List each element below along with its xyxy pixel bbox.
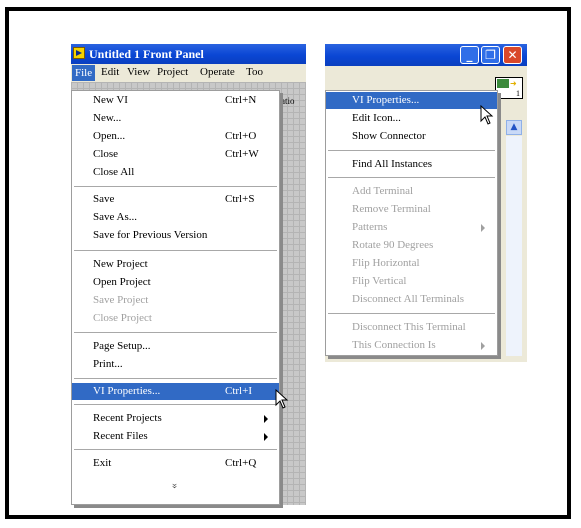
menu-separator (74, 404, 277, 406)
menu-separator (328, 150, 495, 152)
menu-separator (74, 378, 277, 380)
menu-expand-chevron-icon[interactable]: » (169, 483, 181, 489)
menu-item-save-project: Save Project (93, 294, 149, 306)
menu-separator (328, 313, 495, 315)
front-panel-titlebar[interactable]: Untitled 1 Front Panel (71, 44, 306, 64)
ctx-item-find-all-instances[interactable]: Find All Instances (326, 156, 497, 173)
connector-context-menu: VI Properties... Edit Icon... Show Conne… (325, 90, 498, 356)
scrollbar-track[interactable] (506, 136, 522, 356)
ctx-item-disconnect-all: Disconnect All Terminals (352, 293, 465, 305)
menu-item-new-vi[interactable]: New VI Ctrl+N (72, 92, 279, 109)
menu-item-close-all[interactable]: Close All (72, 164, 279, 181)
connector-number: 1 (516, 89, 520, 98)
menu-item-new-project[interactable]: New Project (72, 256, 279, 273)
menu-item-close[interactable]: Close Ctrl+W (72, 146, 279, 163)
menu-separator (74, 250, 277, 252)
menu-item-new[interactable]: New... (72, 110, 279, 127)
window-title: Untitled 1 Front Panel (89, 47, 204, 61)
mouse-pointer-icon (480, 105, 494, 125)
menu-separator (74, 332, 277, 334)
menu-item-vi-properties[interactable]: VI Properties... Ctrl+I (72, 383, 279, 400)
toolbar-partial-text: atio (281, 96, 295, 106)
minimize-button[interactable]: _ (460, 46, 479, 64)
ctx-item-show-connector[interactable]: Show Connector (326, 128, 497, 145)
submenu-arrow-icon (481, 342, 485, 350)
ctx-item-patterns: Patterns (326, 219, 497, 236)
menu-item-save-as[interactable]: Save As... (72, 209, 279, 226)
scroll-up-button[interactable]: ▲ (506, 120, 522, 135)
menu-view[interactable]: View (127, 66, 150, 78)
ctx-item-this-connection-is: This Connection Is (326, 337, 497, 354)
ctx-item-rotate-90: Rotate 90 Degrees (352, 239, 434, 251)
ctx-item-remove-terminal: Remove Terminal (352, 203, 431, 215)
menu-project[interactable]: Project (157, 66, 188, 78)
ctx-item-add-terminal: Add Terminal (352, 185, 414, 197)
menu-item-save[interactable]: Save Ctrl+S (72, 191, 279, 208)
menu-edit[interactable]: Edit (101, 66, 119, 78)
ctx-item-edit-icon[interactable]: Edit Icon... (326, 110, 497, 127)
menubar: File Edit View Project Operate Too (71, 64, 306, 82)
menu-operate[interactable]: Operate (200, 66, 235, 78)
menu-item-recent-projects[interactable]: Recent Projects (72, 410, 279, 427)
menu-separator (74, 449, 277, 451)
file-menu: New VI Ctrl+N New... Open... Ctrl+O Close C… (71, 90, 280, 505)
menu-item-page-setup[interactable]: Page Setup... (72, 338, 279, 355)
mouse-pointer-icon (275, 389, 289, 409)
menu-item-exit[interactable]: Exit Ctrl+Q (72, 455, 279, 472)
labview-app-icon (73, 47, 85, 59)
menu-item-print[interactable]: Print... (72, 356, 279, 373)
connector-arrow-icon: ➜ (510, 79, 517, 88)
menu-file[interactable]: File (72, 65, 96, 81)
close-button[interactable]: ✕ (503, 46, 522, 64)
maximize-button[interactable]: ❐ (481, 46, 500, 64)
ctx-item-flip-horizontal: Flip Horizontal (352, 257, 420, 269)
menu-separator (74, 186, 277, 188)
submenu-arrow-icon (264, 415, 268, 423)
menu-item-open-project[interactable]: Open Project (72, 274, 279, 291)
icon-window-titlebar[interactable]: _ ❐ ✕ (325, 44, 527, 66)
menu-item-recent-files[interactable]: Recent Files (72, 428, 279, 445)
ctx-item-disconnect-this: Disconnect This Terminal (352, 321, 466, 333)
menu-item-close-project: Close Project (93, 312, 152, 324)
ctx-item-vi-properties[interactable]: VI Properties... (326, 92, 497, 109)
vi-icon (497, 79, 509, 88)
menu-item-save-previous-version[interactable]: Save for Previous Version (72, 227, 279, 244)
ctx-item-flip-vertical: Flip Vertical (352, 275, 407, 287)
submenu-arrow-icon (481, 224, 485, 232)
submenu-arrow-icon (264, 433, 268, 441)
menu-separator (328, 177, 495, 179)
menu-tools[interactable]: Too (246, 66, 263, 78)
menu-item-open[interactable]: Open... Ctrl+O (72, 128, 279, 145)
connector-pane-icon[interactable]: ➜ 1 (495, 77, 523, 99)
